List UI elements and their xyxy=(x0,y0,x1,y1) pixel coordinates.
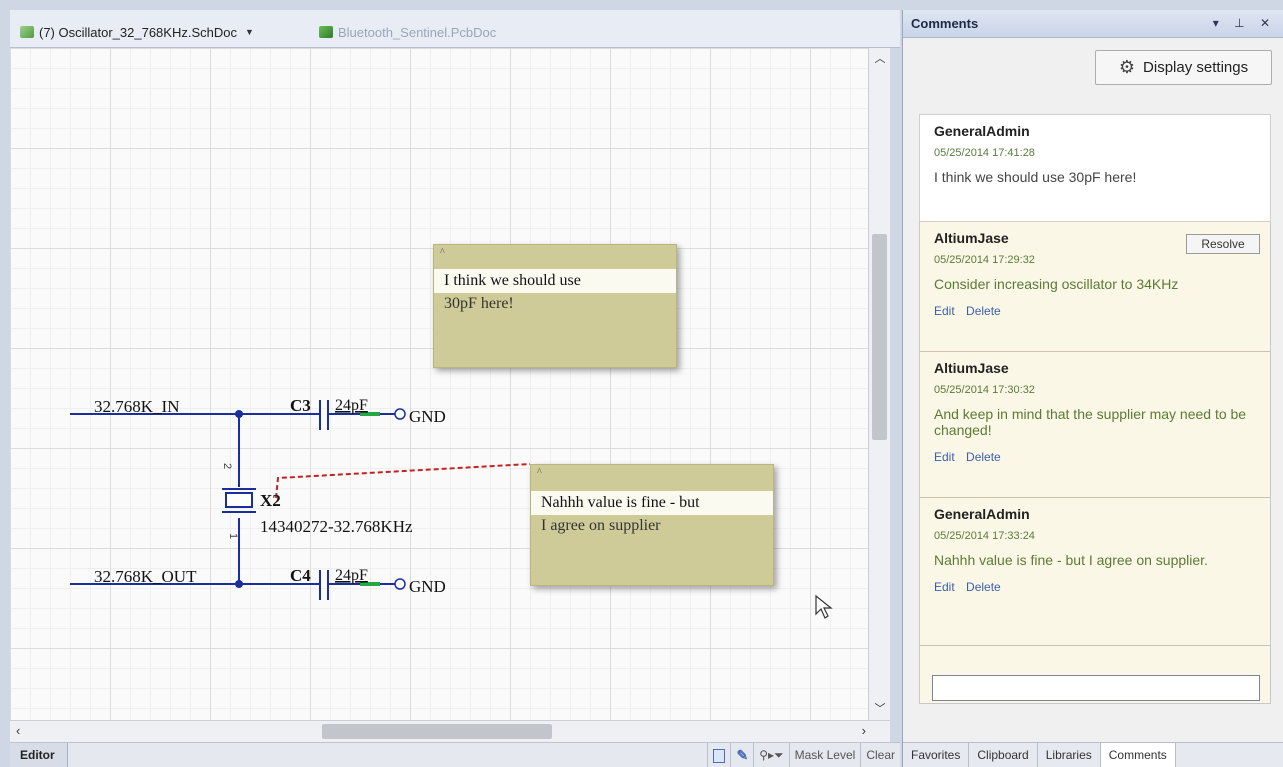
gear-icon: ⚙ xyxy=(1118,57,1136,77)
gnd-port-top xyxy=(394,408,406,420)
horizontal-scroll-thumb[interactable] xyxy=(322,724,552,739)
c3-designator: C3 xyxy=(290,396,311,415)
tab-clipboard[interactable]: Clipboard xyxy=(969,743,1038,767)
x2-designator: X2 xyxy=(260,491,281,510)
comment-author: GeneralAdmin xyxy=(934,506,1030,522)
sticky-note-comment[interactable]: ^ I think we should use 30pF here! xyxy=(433,244,677,368)
comment-item[interactable]: GeneralAdmin 05/25/2014 17:33:24 Nahhh v… xyxy=(920,498,1270,646)
sticky-note-reply[interactable]: ^ Nahhh value is fine - but I agree on s… xyxy=(530,464,774,586)
document-options-button[interactable] xyxy=(707,743,730,767)
gnd-label-bottom: GND xyxy=(409,577,446,596)
x2-pin2-label: 2 xyxy=(221,463,233,469)
comment-text: I think we should use 30pF here! xyxy=(934,169,1137,185)
scroll-left-icon[interactable]: ‹ xyxy=(16,723,20,738)
tab-label: (7) Oscillator_32_768KHz.SchDoc xyxy=(39,24,237,40)
gnd-port-bottom xyxy=(394,578,406,590)
comment-text: Nahhh value is fine - but I agree on sup… xyxy=(934,552,1208,568)
schematic-doc-icon xyxy=(20,26,34,38)
mouse-cursor-icon xyxy=(815,594,833,619)
status-tools: ✎ ⚲▸⏷ Mask Level Clear xyxy=(707,743,900,767)
resolve-button[interactable]: Resolve xyxy=(1186,234,1260,254)
vertical-scroll-thumb[interactable] xyxy=(872,234,887,440)
status-bar: Editor ✎ ⚲▸⏷ Mask Level Clear xyxy=(10,742,900,767)
display-settings-label: Display settings xyxy=(1143,59,1249,76)
edit-link[interactable]: Edit xyxy=(934,304,955,318)
filter-button[interactable]: ⚲▸⏷ xyxy=(753,743,788,767)
tab-favorites[interactable]: Favorites xyxy=(903,743,970,767)
edit-link[interactable]: Edit xyxy=(934,450,955,464)
tab-comments[interactable]: Comments xyxy=(1100,743,1176,767)
comment-text: And keep in mind that the supplier may n… xyxy=(934,406,1247,438)
comment-text: Consider increasing oscillator to 34KHz xyxy=(934,276,1179,292)
collapse-caret-icon[interactable]: ^ xyxy=(537,467,542,478)
tab-bluetooth-pcbdoc[interactable]: Bluetooth_Sentinel.PcbDoc xyxy=(313,17,553,47)
c4-value: 24pF xyxy=(335,567,368,584)
app-window: (7) Oscillator_32_768KHz.SchDoc ▼ Blueto… xyxy=(0,0,1283,767)
vertical-scrollbar[interactable]: ︿ ﹀ xyxy=(868,48,890,720)
schematic-editor-canvas[interactable]: 32.768K_IN 32.768K_OUT C3 24pF GND C4 24… xyxy=(10,48,878,720)
comment-date: 05/25/2014 17:41:28 xyxy=(934,147,1035,159)
dropdown-arrow-icon[interactable]: ▼ xyxy=(245,27,254,37)
document-icon xyxy=(713,748,726,763)
horizontal-scrollbar[interactable]: ‹ › xyxy=(10,720,890,742)
x2-crystal-body xyxy=(225,492,253,508)
comment-item[interactable]: GeneralAdmin 05/25/2014 17:41:28 I think… xyxy=(919,114,1271,222)
comment-date: 05/25/2014 17:33:24 xyxy=(934,530,1035,542)
comment-date: 05/25/2014 17:29:32 xyxy=(934,254,1035,266)
comment-list: GeneralAdmin 05/25/2014 17:41:28 I think… xyxy=(919,114,1271,704)
comment-actions: Edit Delete xyxy=(934,450,1258,464)
c4-designator: C4 xyxy=(290,566,311,585)
clear-button[interactable]: Clear xyxy=(860,743,900,767)
scroll-up-icon[interactable]: ︿ xyxy=(869,50,891,68)
note-line-2: I agree on supplier xyxy=(541,517,661,534)
comments-panel: Comments ▾ ⊥ ✕ ⚙ Display settings Genera… xyxy=(902,10,1283,767)
note-line-1: Nahhh value is fine - but xyxy=(531,491,773,515)
document-tab-bar: (7) Oscillator_32_768KHz.SchDoc ▼ Blueto… xyxy=(10,10,900,48)
panel-window-controls[interactable]: ▾ ⊥ ✕ xyxy=(1213,16,1276,30)
x2-part-number: 14340272-32.768KHz xyxy=(260,517,413,536)
mask-level-button[interactable]: Mask Level xyxy=(788,743,861,767)
delete-link[interactable]: Delete xyxy=(966,450,1001,464)
display-settings-button[interactable]: ⚙ Display settings xyxy=(1095,50,1272,85)
tab-oscillator-schdoc[interactable]: (7) Oscillator_32_768KHz.SchDoc ▼ xyxy=(14,17,304,47)
tab-label: Bluetooth_Sentinel.PcbDoc xyxy=(338,24,497,40)
pen-icon: ✎ xyxy=(736,747,749,763)
comment-author: GeneralAdmin xyxy=(934,123,1030,139)
reply-input[interactable] xyxy=(932,675,1260,701)
delete-link[interactable]: Delete xyxy=(966,304,1001,318)
panel-title: Comments xyxy=(911,16,979,31)
note-line-1: I think we should use xyxy=(434,269,676,293)
c3-value: 24pF xyxy=(335,397,368,414)
schematic-drawing: 32.768K_IN 32.768K_OUT C3 24pF GND C4 24… xyxy=(70,396,531,600)
comment-author: AltiumJase xyxy=(934,360,1009,376)
panel-header: Comments ▾ ⊥ ✕ xyxy=(903,10,1283,38)
net-label-in: 32.768K_IN xyxy=(94,397,179,416)
comment-link-line xyxy=(275,463,531,499)
comment-date: 05/25/2014 17:30:32 xyxy=(934,384,1035,396)
net-label-out: 32.768K_OUT xyxy=(94,567,197,586)
panel-tab-bar: Favorites Clipboard Libraries Comments xyxy=(903,742,1283,767)
comment-actions: Edit Delete xyxy=(934,304,1258,318)
pcb-doc-icon xyxy=(319,26,333,38)
comment-item[interactable]: AltiumJase Resolve 05/25/2014 17:29:32 C… xyxy=(920,222,1270,352)
scroll-right-icon[interactable]: › xyxy=(862,723,866,738)
comment-item[interactable]: AltiumJase 05/25/2014 17:30:32 And keep … xyxy=(920,352,1270,498)
gnd-label-top: GND xyxy=(409,407,446,426)
collapse-caret-icon[interactable]: ^ xyxy=(440,247,445,258)
comment-actions: Edit Delete xyxy=(934,580,1258,594)
edit-link[interactable]: Edit xyxy=(934,580,955,594)
scroll-down-icon[interactable]: ﹀ xyxy=(869,700,891,718)
editor-panel-button[interactable]: Editor xyxy=(10,743,68,767)
x2-pin1-label: 1 xyxy=(227,533,239,539)
highlight-button[interactable]: ✎ xyxy=(730,743,753,767)
junction-top xyxy=(235,410,243,418)
delete-link[interactable]: Delete xyxy=(966,580,1001,594)
tab-libraries[interactable]: Libraries xyxy=(1038,743,1101,767)
note-line-2: 30pF here! xyxy=(444,295,514,312)
